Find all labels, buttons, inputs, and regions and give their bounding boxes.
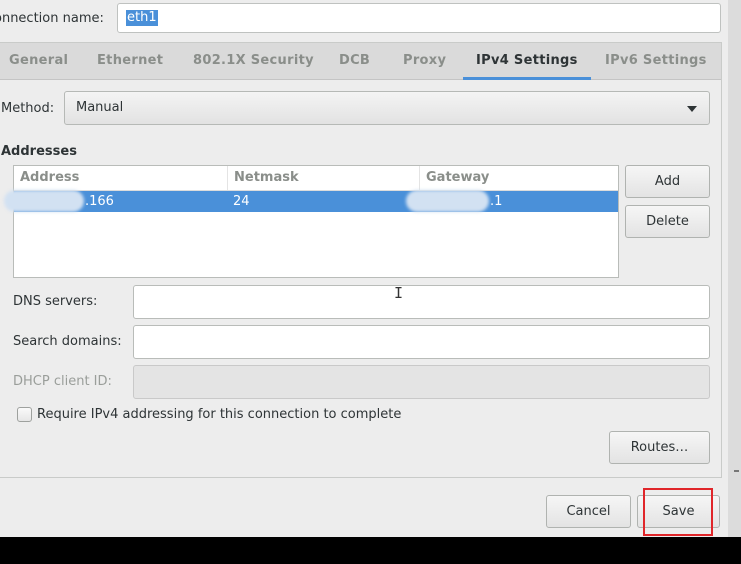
- connection-name-label: onnection name:: [0, 11, 104, 26]
- search-domains-field[interactable]: [133, 325, 710, 359]
- add-address-button[interactable]: Add: [625, 165, 710, 198]
- cancel-button[interactable]: Cancel: [546, 495, 631, 528]
- column-header-netmask[interactable]: Netmask: [227, 166, 419, 190]
- text-cursor-icon: I: [394, 284, 404, 302]
- dns-servers-input[interactable]: [134, 286, 709, 318]
- tab-8021x-security[interactable]: 802.1X Security: [193, 43, 314, 79]
- redacted-blur: [4, 190, 84, 212]
- tab-ipv6-settings[interactable]: IPv6 Settings: [605, 43, 707, 79]
- dhcp-client-id-label: DHCP client ID:: [13, 374, 112, 389]
- dhcp-client-id-field: [133, 365, 710, 399]
- require-ipv4-checkbox[interactable]: [17, 407, 32, 422]
- dns-servers-label: DNS servers:: [13, 294, 98, 309]
- connection-name-value[interactable]: eth1: [126, 10, 158, 26]
- tab-bar: General Ethernet 802.1X Security DCB Pro…: [0, 43, 721, 80]
- dns-servers-field[interactable]: [133, 285, 710, 319]
- tab-ipv4-settings[interactable]: IPv4 Settings: [463, 43, 591, 80]
- chevron-down-icon: [687, 106, 697, 112]
- addresses-table-header: Address Netmask Gateway: [14, 166, 618, 191]
- gateway-cell: .1: [490, 194, 503, 209]
- resize-grip-icon[interactable]: [734, 470, 739, 472]
- tab-general[interactable]: General: [9, 43, 68, 79]
- table-row[interactable]: .166 24 .1: [4, 190, 618, 212]
- netmask-cell: 24: [233, 194, 250, 209]
- addresses-title: Addresses: [1, 144, 77, 159]
- address-cell: .166: [85, 194, 114, 209]
- delete-address-button[interactable]: Delete: [625, 205, 710, 238]
- method-value: Manual: [76, 100, 124, 115]
- search-domains-label: Search domains:: [13, 334, 122, 349]
- tab-ethernet[interactable]: Ethernet: [97, 43, 163, 79]
- method-combobox[interactable]: Manual: [64, 91, 710, 125]
- column-header-address[interactable]: Address: [14, 166, 227, 190]
- save-button[interactable]: Save: [637, 495, 720, 528]
- desktop-bottom-bar: [0, 537, 741, 564]
- method-label: Method:: [1, 101, 55, 116]
- require-ipv4-label[interactable]: Require IPv4 addressing for this connect…: [37, 407, 401, 422]
- connection-editor-dialog: onnection name: eth1 General Ethernet 80…: [0, 0, 728, 537]
- tab-proxy[interactable]: Proxy: [403, 43, 446, 79]
- tab-dcb[interactable]: DCB: [339, 43, 370, 79]
- redacted-blur: [406, 190, 489, 212]
- addresses-table[interactable]: Address Netmask Gateway .166 24 .1: [4, 165, 619, 278]
- window-edge: [728, 0, 741, 537]
- search-domains-input[interactable]: [134, 326, 709, 358]
- dhcp-client-id-input: [134, 366, 709, 398]
- routes-button[interactable]: Routes…: [609, 431, 710, 464]
- column-header-gateway[interactable]: Gateway: [419, 166, 618, 190]
- connection-name-input[interactable]: eth1: [117, 3, 721, 33]
